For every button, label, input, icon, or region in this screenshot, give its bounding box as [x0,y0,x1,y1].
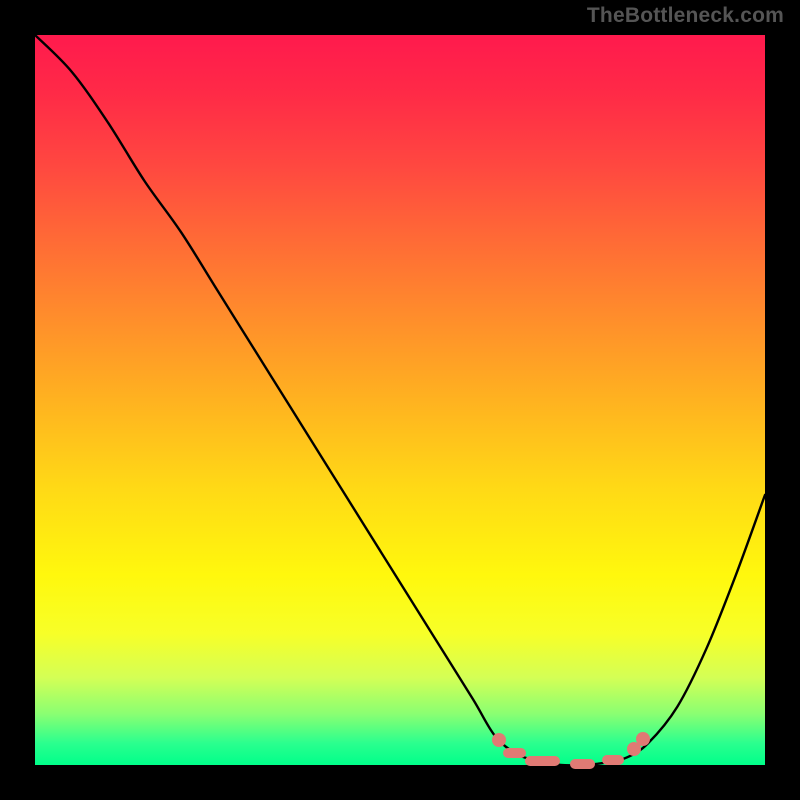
curve-markers-group [35,35,765,765]
curve-marker-bar [602,755,624,765]
curve-marker-bar [525,756,560,766]
curve-marker-bar [503,748,526,758]
attribution-text: TheBottleneck.com [587,4,784,28]
curve-marker-dot [636,732,650,746]
curve-marker-dot [492,733,506,747]
chart-plot-area [35,35,765,765]
curve-marker-bar [570,759,596,769]
